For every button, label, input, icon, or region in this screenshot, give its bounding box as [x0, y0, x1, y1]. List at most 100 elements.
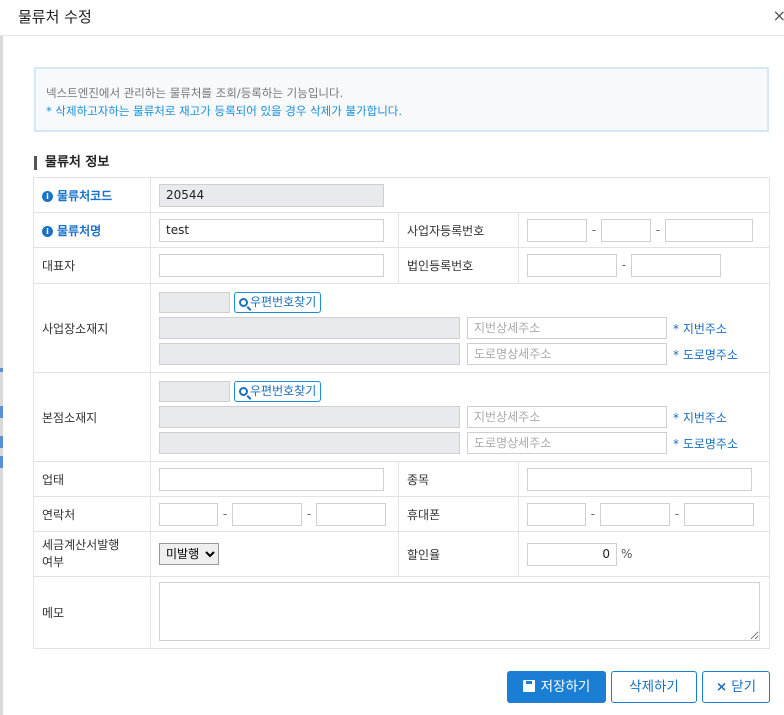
- biz-road-detail-field[interactable]: [467, 343, 667, 365]
- discount-label: 할인율: [397, 531, 519, 577]
- warehouse-form: i물류처코드 i물류처명 사업자등록번호 -- 대표자 법인등록번호 - 사업장…: [33, 177, 771, 649]
- phone-label: 연락처: [33, 496, 151, 532]
- discount-cell: %: [517, 531, 771, 577]
- dash: -: [306, 506, 312, 521]
- road-row: * 도로명주소: [159, 430, 761, 456]
- hq-road-base-field: [159, 432, 460, 454]
- hq-addr-label: 본점소재지: [33, 372, 151, 462]
- bizitem-cell: [517, 461, 771, 497]
- zip-row: 우편번호찾기: [159, 289, 761, 315]
- memo-textarea[interactable]: [159, 581, 760, 641]
- close-button[interactable]: × 닫기: [702, 671, 770, 703]
- phone-field-3[interactable]: [316, 502, 386, 526]
- jibun-note: * 지번주소: [673, 321, 727, 336]
- biz-zip-search-button[interactable]: 우편번호찾기: [234, 291, 322, 313]
- ceo-label: 대표자: [33, 247, 151, 284]
- edge-mark: [0, 436, 3, 448]
- hq-zip-search-button[interactable]: 우편번호찾기: [234, 380, 322, 402]
- mobile-field-3[interactable]: [683, 502, 754, 526]
- phone-field-1[interactable]: [159, 502, 218, 526]
- biztype-field[interactable]: [159, 467, 384, 491]
- biz-addr-label: 사업장소재지: [33, 283, 151, 373]
- edge-mark: [0, 406, 3, 418]
- zip-button-label: 우편번호찾기: [250, 294, 317, 309]
- save-button[interactable]: 저장하기: [507, 671, 606, 703]
- ceo-cell: [150, 247, 399, 284]
- jibun-row: * 지번주소: [159, 404, 761, 430]
- memo-label: 메모: [33, 576, 151, 649]
- invoice-label-cell: 세금계산서발행 여부: [33, 531, 151, 577]
- discount-field[interactable]: [526, 542, 617, 566]
- biz-zip-field: [159, 291, 230, 313]
- ceo-field[interactable]: [159, 254, 384, 277]
- invoice-cell: 미발행: [150, 531, 399, 577]
- biz-addr-cell: 우편번호찾기 * 지번주소 * 도로명주소: [150, 283, 770, 373]
- bizno-cell: --: [517, 212, 771, 248]
- info-description: 넥스트엔진에서 관리하는 물류처를 조회/등록하는 기능입니다.: [46, 86, 344, 100]
- invoice-select[interactable]: 미발행: [159, 543, 219, 565]
- hq-road-detail-field[interactable]: [467, 432, 667, 454]
- name-cell: [150, 212, 399, 248]
- search-icon: [239, 386, 248, 396]
- code-cell: [150, 177, 770, 213]
- delete-button[interactable]: 삭제하기: [611, 671, 697, 703]
- invoice-label-line1: 세금계산서발행: [42, 538, 120, 552]
- dash: -: [591, 222, 597, 237]
- hq-zip-field: [159, 380, 230, 402]
- edge-mark: [0, 368, 3, 372]
- edge-mark: [0, 456, 3, 468]
- bizno-field-2[interactable]: [600, 218, 651, 242]
- zip-row: 우편번호찾기: [159, 378, 761, 404]
- memo-cell: [150, 576, 770, 649]
- dash: -: [590, 506, 596, 521]
- bizno-label: 사업자등록번호: [397, 212, 519, 248]
- hq-jibun-detail-field[interactable]: [467, 406, 667, 428]
- biztype-cell: [150, 461, 399, 497]
- info-notice: 넥스트엔진에서 관리하는 물류처를 조회/등록하는 기능입니다. * 삭제하고자…: [34, 67, 769, 132]
- bizno-field-1[interactable]: [526, 218, 587, 242]
- section-title: 물류처 정보: [34, 156, 109, 170]
- code-label: 물류처코드: [57, 188, 113, 203]
- road-note: * 도로명주소: [673, 436, 739, 451]
- name-label-cell: i 물류처명: [33, 212, 151, 248]
- jibun-row: * 지번주소: [159, 315, 761, 341]
- biztype-label: 업태: [33, 461, 151, 497]
- biz-jibun-detail-field[interactable]: [467, 317, 667, 339]
- phone-field-2[interactable]: [232, 502, 302, 526]
- biz-road-base-field: [159, 343, 460, 365]
- biz-jibun-base-field: [159, 317, 460, 339]
- mobile-label: 휴대폰: [397, 496, 519, 532]
- search-icon: [239, 297, 248, 307]
- corpno-field-1[interactable]: [526, 254, 617, 277]
- name-field[interactable]: [159, 218, 384, 242]
- code-label-cell: i 물류처코드: [33, 177, 151, 213]
- corpno-label: 법인등록번호: [397, 247, 519, 284]
- save-label: 저장하기: [540, 679, 591, 695]
- bizitem-label: 종목: [397, 461, 519, 497]
- mobile-cell: --: [517, 496, 771, 532]
- phone-cell: --: [150, 496, 399, 532]
- jibun-note: * 지번주소: [673, 410, 727, 425]
- corpno-field-2[interactable]: [630, 254, 721, 277]
- dash: -: [674, 506, 680, 521]
- close-icon: ×: [715, 679, 728, 695]
- name-label: 물류처명: [57, 223, 102, 238]
- bizno-field-3[interactable]: [664, 218, 753, 242]
- road-row: * 도로명주소: [159, 341, 761, 367]
- close-label: 닫기: [731, 679, 757, 695]
- road-note: * 도로명주소: [673, 347, 739, 362]
- dash: -: [655, 222, 661, 237]
- modal-title: 물류처 수정: [18, 8, 92, 26]
- left-edge-strip: [0, 36, 3, 715]
- percent-unit: %: [620, 546, 633, 561]
- zip-button-label: 우편번호찾기: [250, 383, 317, 398]
- hq-jibun-base-field: [159, 406, 460, 428]
- mobile-field-2[interactable]: [599, 502, 670, 526]
- dash: -: [222, 506, 228, 521]
- mobile-field-1[interactable]: [526, 502, 586, 526]
- modal-header: 물류처 수정 ×: [0, 0, 784, 36]
- close-icon[interactable]: ×: [773, 6, 784, 25]
- floppy-disk-icon: [522, 680, 535, 692]
- info-warning: * 삭제하고자하는 물류처로 재고가 등록되어 있을 경우 삭제가 불가합니다.: [46, 104, 403, 118]
- bizitem-field[interactable]: [526, 467, 752, 491]
